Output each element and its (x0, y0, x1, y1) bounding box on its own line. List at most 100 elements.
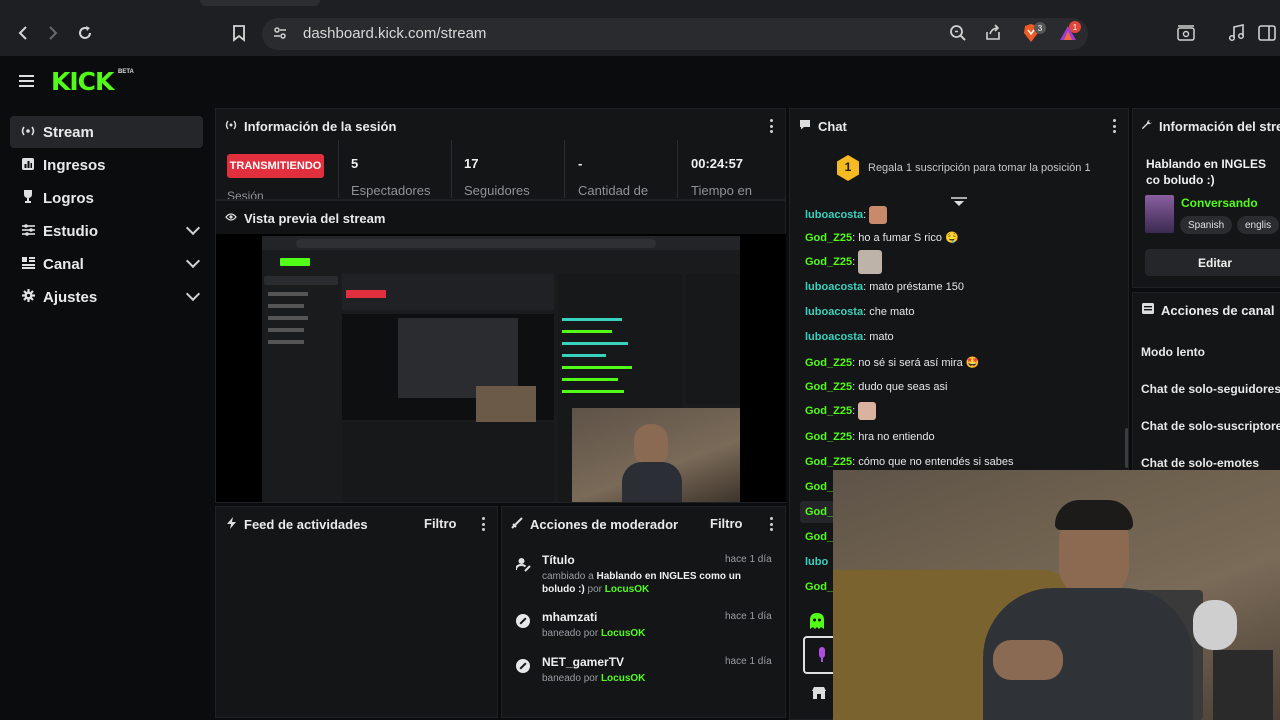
sidebar-item-canal[interactable]: Canal (10, 248, 203, 280)
url-text[interactable]: dashboard.kick.com/stream (303, 25, 486, 42)
reader-mode-icon[interactable] (1174, 21, 1198, 45)
chat-username[interactable]: God_Z25 (805, 232, 852, 244)
chat-username[interactable]: God_Z25 (805, 456, 852, 468)
sidebar-item-logros[interactable]: Logros (10, 182, 203, 214)
feed-filter-button[interactable]: Filtro (424, 516, 457, 531)
chat-username[interactable]: God_Z25 (805, 381, 852, 393)
panel-title: Información de la sesión (244, 118, 397, 134)
kebab-menu-icon[interactable] (770, 517, 773, 531)
chevron-down-icon[interactable] (185, 220, 201, 236)
chat-scrollbar[interactable] (1125, 428, 1128, 468)
kebab-menu-icon[interactable] (1113, 119, 1116, 133)
panel-title: Chat (818, 118, 847, 134)
followers-only-toggle[interactable]: Chat de solo-seguidores (1141, 382, 1280, 396)
chat-username[interactable]: God_Z25 (805, 256, 852, 268)
broadcast-icon (16, 125, 40, 140)
emote-image (858, 402, 877, 420)
sidebar-item-ajustes[interactable]: Ajustes (10, 281, 203, 313)
mod-filter-button[interactable]: Filtro (710, 516, 743, 531)
amount-value: - (578, 156, 583, 171)
live-status-badge: TRANSMITIENDO (227, 154, 324, 178)
store-icon[interactable] (812, 686, 826, 705)
tag-english[interactable]: englis (1237, 216, 1280, 234)
chat-message[interactable]: luboacosta: mato préstame 150 (805, 281, 964, 293)
cat-emote-image (858, 250, 883, 274)
chat-text: mato (869, 331, 894, 343)
chat-message[interactable]: luboacosta: mato (805, 331, 894, 343)
subscribers-only-toggle[interactable]: Chat de solo-suscriptore (1141, 419, 1280, 433)
panel-title: Acciones de canal (1161, 302, 1275, 318)
stream-preview-video[interactable] (262, 236, 740, 502)
lightning-icon (224, 516, 238, 532)
site-settings-icon[interactable] (268, 21, 292, 45)
chat-username[interactable]: God_Z25 (805, 431, 852, 443)
chat-message[interactable]: God_Z25: cómo que no entendés si sabes (805, 456, 1014, 468)
chat-message[interactable]: luboacosta: che mato (805, 306, 914, 318)
moderator-username[interactable]: LocusOK (605, 584, 649, 595)
slow-mode-toggle[interactable]: Modo lento (1141, 345, 1205, 359)
gear-icon (16, 289, 40, 305)
sidebar-item-ingresos[interactable]: Ingresos (10, 149, 203, 181)
viewers-label: Espectadores (351, 183, 431, 198)
moderator-username[interactable]: LocusOK (601, 628, 645, 639)
panel-header: Chat (790, 109, 1128, 143)
ghost-emote-icon[interactable] (808, 612, 826, 635)
share-icon[interactable] (981, 21, 1005, 45)
chevron-down-icon[interactable] (185, 286, 201, 302)
trophy-icon (16, 190, 40, 206)
gift-rank-badge: 1 (836, 155, 860, 181)
mod-action-title: Título (542, 553, 575, 567)
list-icon (1141, 303, 1155, 317)
sidebar-item-estudio[interactable]: Estudio (10, 215, 203, 247)
moderator-username[interactable]: LocusOK (601, 673, 645, 684)
chat-username[interactable]: lubo (805, 556, 828, 568)
chat-text: no sé si será así mira 🤩 (858, 357, 980, 369)
forward-icon[interactable] (41, 21, 65, 45)
chat-username[interactable]: luboacosta (805, 306, 863, 318)
kick-logo[interactable]: KICK (51, 67, 114, 96)
bookmark-icon[interactable] (227, 21, 251, 45)
chat-text: cómo que no entendés si sabes (858, 456, 1014, 468)
chat-message[interactable]: God_Z25: (805, 402, 877, 420)
gift-rank-number: 1 (844, 160, 852, 174)
session-label: Sesión (227, 189, 264, 199)
category-thumbnail[interactable] (1145, 195, 1174, 233)
chat-message[interactable]: God_Z25: (805, 250, 883, 274)
gift-sub-prompt[interactable]: Regala 1 suscripción para tomar la posic… (868, 162, 1091, 174)
chat-message[interactable]: God_Z25: dudo que seas asi (805, 381, 948, 393)
back-icon[interactable] (11, 21, 35, 45)
chat-message[interactable]: God_Z25: no sé si será así mira 🤩 (805, 356, 980, 369)
sidebar-toggle-icon[interactable] (1255, 21, 1279, 45)
emote-image (869, 206, 888, 224)
category-name[interactable]: Conversando (1181, 196, 1258, 210)
sidebar-item-stream[interactable]: Stream (10, 116, 203, 148)
mod-action-title[interactable]: mhamzati (542, 610, 597, 624)
mod-action-title[interactable]: NET_gamerTV (542, 655, 624, 669)
zoom-icon[interactable] (946, 21, 970, 45)
chat-username[interactable]: luboacosta (805, 209, 863, 221)
ban-icon (516, 659, 530, 673)
tag-spanish[interactable]: Spanish (1180, 216, 1233, 234)
chat-username[interactable]: God_Z25 (805, 357, 852, 369)
sidebar-item-label: Estudio (43, 222, 98, 240)
kebab-menu-icon[interactable] (482, 517, 485, 531)
reload-icon[interactable] (73, 21, 97, 45)
edit-stream-info-button[interactable]: Editar (1145, 249, 1280, 276)
active-tab-indicator[interactable] (200, 0, 320, 6)
chat-message[interactable]: luboacosta: (805, 206, 888, 224)
chat-username[interactable]: luboacosta (805, 331, 863, 343)
amount-label: Cantidad de (578, 183, 649, 198)
chat-message[interactable]: lubo (805, 556, 828, 568)
chat-username[interactable]: luboacosta (805, 281, 863, 293)
stream-title: Hablando en INGLES co boludo :) (1146, 157, 1267, 187)
chevron-down-icon[interactable] (185, 253, 201, 269)
sidebar-item-label: Stream (43, 123, 94, 141)
chat-username[interactable]: God_Z25 (805, 405, 852, 417)
emotes-only-toggle[interactable]: Chat de solo-emotes (1141, 456, 1259, 470)
chat-message[interactable]: God_Z25: hra no entiendo (805, 431, 935, 443)
kebab-menu-icon[interactable] (770, 119, 773, 133)
hamburger-menu-icon[interactable] (19, 75, 34, 87)
panel-title: Vista previa del stream (244, 210, 386, 226)
chat-message[interactable]: God_Z25: ho a fumar S rico 🤤 (805, 231, 959, 244)
media-icon[interactable] (1224, 21, 1248, 45)
